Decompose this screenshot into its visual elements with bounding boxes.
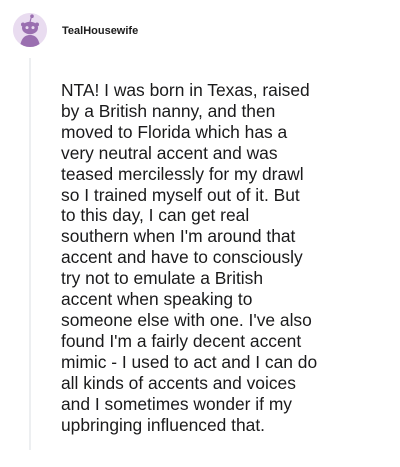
thread-collapse-line[interactable] <box>29 58 31 450</box>
username-link[interactable]: TealHousewife <box>62 25 138 37</box>
comment-card: TealHousewife NTA! I was born in Texas, … <box>0 0 400 467</box>
comment-text: NTA! I was born in Texas, raised by a Br… <box>61 80 318 435</box>
user-avatar[interactable] <box>13 13 47 47</box>
snoo-avatar-icon <box>13 13 47 47</box>
